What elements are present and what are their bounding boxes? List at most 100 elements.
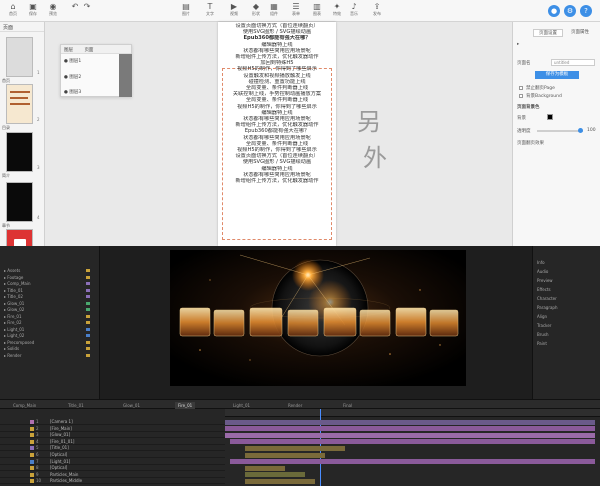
side-panel-item[interactable]: Paragraph [537,305,558,310]
bg-color-swatch[interactable] [547,114,553,120]
layer-item[interactable]: ● 图层2 [64,74,81,80]
timeline-ruler[interactable] [225,409,600,417]
side-panel-item[interactable]: Character [537,296,557,301]
side-panel-item[interactable]: Align [537,314,547,319]
project-item[interactable]: ▸ Footage [4,275,23,280]
layer-duration-bar[interactable] [245,445,345,451]
layer-name[interactable]: [Optical] [50,465,67,471]
opacity-slider-knob[interactable] [578,128,583,133]
toolbar-text-button[interactable]: T 文字 [199,2,221,20]
toolbar-image-button[interactable]: ▤ 图片 [175,2,197,20]
layer-name[interactable]: [Camera 1] [50,419,73,425]
canvas-text-line[interactable]: 新增组件上传方法，优化触发器动作 [220,178,334,184]
timeline-layer-row[interactable]: 7 [Light_01] [0,459,225,465]
toolbar-preview-button[interactable]: ◉ 预览 [42,2,64,20]
timeline-layer-row[interactable]: 9 Particles_Main [0,472,225,478]
editor-canvas-page[interactable]: 设置页面切换方式（首位连续翻页） 使用SVG图形 / SVG描绘动画 Epub360… [218,22,336,246]
layer-name[interactable]: [Light_01] [50,459,70,465]
layer-name[interactable]: [Fire_01_01] [50,439,74,445]
page-thumbnail-2[interactable] [6,84,33,124]
layer-name[interactable]: [Optical] [50,452,67,458]
background-checkbox[interactable] [519,94,523,98]
layer-duration-bar[interactable] [245,465,285,471]
layer-duration-bar[interactable] [245,452,325,458]
timeline-layer-row[interactable]: 2 [Fire_Main] [0,426,225,432]
project-item[interactable]: ▸ Precomposed [4,340,34,345]
project-item[interactable]: ▸ Light_01 [4,327,24,332]
toolbar-music-button[interactable]: ♪ 音乐 [343,2,365,20]
save-template-button[interactable]: 保存为模板 [535,71,579,79]
layer-item[interactable]: ● 图层1 [64,58,81,64]
disable-flip-checkbox[interactable] [519,86,523,90]
side-panel-item[interactable]: Paint [537,341,547,346]
page-thumbnail-3[interactable] [6,132,33,172]
page-name-input[interactable]: untitled [551,59,595,66]
toolbar-widget-button[interactable]: ▦ 组件 [263,2,285,20]
tab-page-settings[interactable]: 页面设置 [533,29,563,37]
project-item[interactable]: ▸ Fire_02 [4,320,22,325]
page-thumbnail-5[interactable] [6,229,33,246]
project-item[interactable]: ▸ Title_02 [4,294,23,299]
side-panel-item[interactable]: Preview [537,278,553,283]
help-icon[interactable]: ? [580,5,592,17]
toolbar-home-button[interactable]: ⌂ 首页 [2,2,24,20]
canvas-text-line[interactable]: 视频H5的制作，你得到了哪些启示 [220,66,334,72]
toolbar-form-button[interactable]: ☰ 表单 [285,2,307,20]
tab-page-properties[interactable]: 页面属性 [565,29,595,37]
page-thumbnail-1[interactable] [6,37,33,77]
project-item[interactable]: ▸ Light_02 [4,333,24,338]
layer-name[interactable]: [Fire_Main] [50,426,72,432]
layer-duration-bar[interactable] [225,426,595,432]
layer-duration-bar[interactable] [245,472,305,478]
project-item[interactable]: ▸ Assets [4,268,20,273]
layer-name[interactable]: [Title_01] [50,445,69,451]
comp-tab[interactable]: Fire_01 [175,402,196,409]
comp-tab[interactable]: Final [340,402,355,409]
layer-duration-bar[interactable] [225,419,595,425]
side-panel-item[interactable]: Info [537,260,545,265]
project-item[interactable]: ▸ Glow_02 [4,307,24,312]
page-thumbnail-4[interactable] [6,182,33,222]
comp-tab[interactable]: Render [285,402,305,409]
layer-duration-bar[interactable] [225,432,595,438]
project-item[interactable]: ▸ Comp_Main [4,281,31,286]
comp-tab[interactable]: Comp_Main [10,402,39,409]
toolbar-redo-button[interactable]: ↷ [76,2,98,20]
side-panel-item[interactable]: Effects [537,287,551,292]
layer-name[interactable]: Particles_Main [50,472,78,478]
composition-frame[interactable] [170,250,466,386]
timeline-layer-row[interactable]: 4 [Fire_01_01] [0,439,225,445]
opacity-slider[interactable] [537,128,583,133]
side-panel-item[interactable]: Brush [537,332,549,337]
project-item[interactable]: ▸ Solids [4,346,19,351]
toolbar-video-button[interactable]: ▶ 视频 [223,2,245,20]
page-tab[interactable]: 页面 [84,48,93,53]
canvas-text-line[interactable]: 视频H5的制作，你得到了哪些启示 [220,104,334,110]
project-item[interactable]: ▸ Glow_01 [4,301,24,306]
timeline-layer-row[interactable]: 3 [Glow_01] [0,432,225,439]
layer-duration-bar[interactable] [230,439,595,445]
timeline-layer-row[interactable]: 6 [Optical] [0,452,225,458]
layer-name[interactable]: Particles_Middle [50,478,82,484]
comp-tab[interactable]: Light_01 [230,402,253,409]
comp-tab[interactable]: Glow_01 [120,402,143,409]
side-panel-item[interactable]: Audio [537,269,548,274]
settings-icon[interactable]: ⚙ [564,5,576,17]
project-item[interactable]: ▸ Fire_01 [4,314,22,319]
timeline-layer-row[interactable]: 10 Particles_Middle [0,478,225,485]
timeline-layer-row[interactable]: 8 [Optical] [0,465,225,472]
layer-name[interactable]: [Glow_01] [50,432,70,438]
layer-panel-scrollbar[interactable] [119,54,132,97]
toolbar-publish-button[interactable]: ⇪ 发布 [366,2,388,20]
layer-duration-bar[interactable] [245,478,315,484]
comp-tab[interactable]: Title_01 [65,402,87,409]
project-item[interactable]: ▸ Title_01 [4,288,23,293]
project-item[interactable]: ▸ Render [4,353,22,358]
timeline-layer-row[interactable]: 5 [Title_01] [0,445,225,452]
layer-item[interactable]: ● 图层3 [64,89,81,95]
user-icon[interactable]: ● [548,5,560,17]
layer-duration-bar[interactable] [230,459,595,465]
toolbar-chart-button[interactable]: ▥ 图表 [306,2,328,20]
layer-tab[interactable]: 图层 [64,48,73,53]
side-panel-item[interactable]: Tracker [537,323,551,328]
